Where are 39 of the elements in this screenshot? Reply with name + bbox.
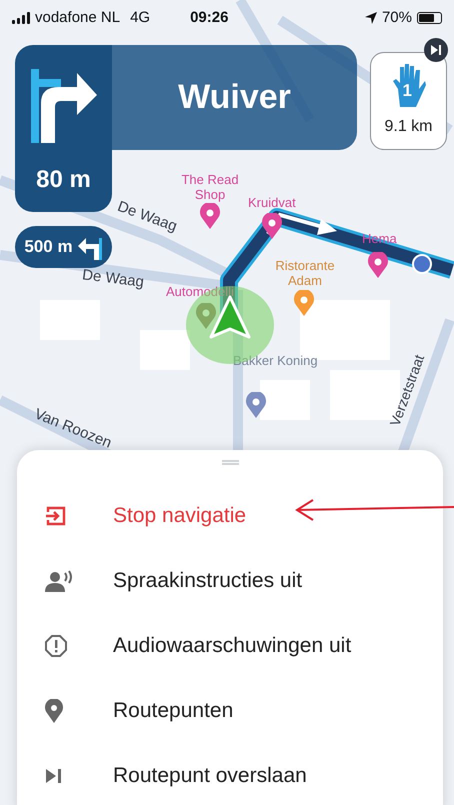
destination-card[interactable]: 1 9.1 km (370, 52, 447, 150)
map-pin-icon (246, 392, 266, 418)
skip-icon (430, 44, 442, 56)
network-type: 4G (130, 8, 150, 28)
menu-item[interactable]: Spraakinstructies uit (17, 548, 443, 613)
turn-distance: 80 m (36, 165, 91, 195)
shop-pin-icon (262, 213, 282, 239)
place-label: Kruidvat (248, 194, 296, 212)
carrier-name: vodafone NL (35, 8, 120, 28)
waypoint-number: 1 (402, 80, 412, 102)
place-label: Hema (362, 230, 397, 248)
menu-item[interactable]: Audiowaarschuwingen uit (17, 613, 443, 678)
speaking-person-icon (45, 570, 73, 592)
clock-time: 09:26 (190, 8, 228, 28)
battery-percent: 70% (382, 8, 412, 28)
menu-item[interactable]: Routepunt overslaan (17, 743, 443, 805)
battery-icon (417, 12, 442, 24)
exit-icon (45, 504, 67, 526)
street-name: Wuiver (178, 77, 291, 118)
menu-item[interactable]: Stop navigatie (17, 483, 443, 548)
street-label: De Waag (80, 265, 146, 293)
shop-pin-icon (368, 252, 388, 278)
place-label: The Read Shop (180, 172, 240, 202)
place-label: Ristorante Adam (274, 258, 336, 288)
place-label: Bakker Koning (233, 353, 318, 368)
alert-icon (45, 634, 67, 656)
signal-icon (12, 12, 30, 24)
skip-icon (45, 768, 63, 784)
turn-right-icon (28, 67, 98, 143)
shop-pin-icon (196, 303, 216, 329)
waypoint-distance: 9.1 km (384, 117, 432, 137)
next-turn-distance: 500 m (24, 236, 73, 258)
restaurant-pin-icon (294, 290, 314, 316)
location-pin-icon (45, 698, 63, 722)
drag-handle[interactable] (222, 460, 238, 465)
menu-item[interactable]: Routepunten (17, 678, 443, 743)
location-arrow-icon (364, 12, 377, 24)
shop-pin-icon (200, 203, 220, 229)
street-label: De Waag (114, 196, 180, 238)
